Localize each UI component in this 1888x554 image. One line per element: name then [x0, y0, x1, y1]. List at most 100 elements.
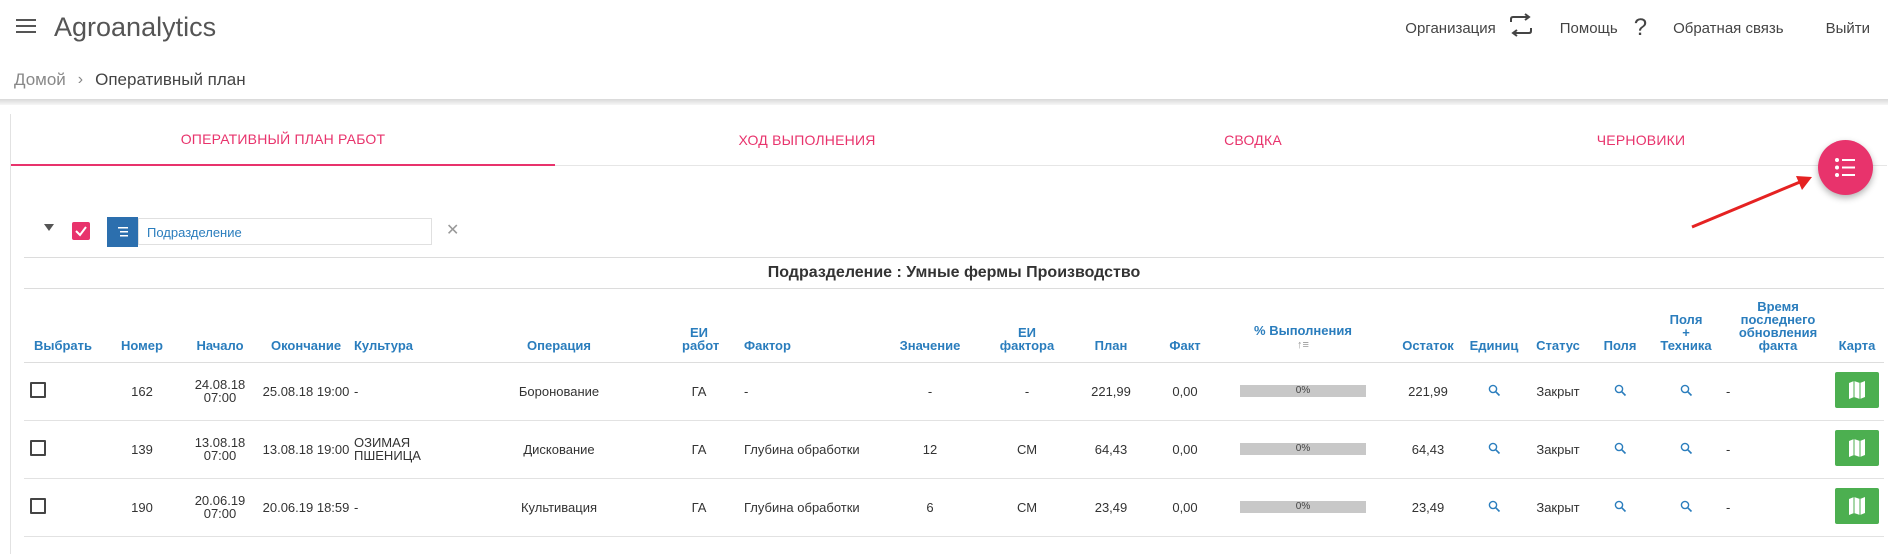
group-checkbox[interactable]: [72, 222, 90, 240]
row-rest: 23,49: [1390, 478, 1466, 537]
organization-link[interactable]: Организация: [1405, 20, 1495, 37]
fields-search-icon[interactable]: [1614, 384, 1627, 399]
row-start: 20.06.19 07:00: [182, 478, 258, 537]
row-value: -: [874, 362, 986, 421]
help-link[interactable]: Помощь: [1560, 20, 1618, 37]
fields-tech-search-icon[interactable]: [1680, 384, 1693, 399]
units-search-icon[interactable]: [1488, 500, 1501, 515]
col-unit-factor[interactable]: ЕИ фактора: [986, 296, 1068, 363]
row-number: 190: [102, 478, 182, 537]
row-fact: 0,00: [1154, 478, 1216, 537]
row-value: 6: [874, 478, 986, 537]
tab-summary[interactable]: СВОДКА: [1059, 114, 1447, 166]
row-crop: -: [354, 478, 454, 537]
progress-bar: 0%: [1240, 501, 1366, 513]
row-rest: 221,99: [1390, 362, 1466, 421]
col-fact[interactable]: Факт: [1154, 296, 1216, 363]
group-by-button[interactable]: [107, 217, 138, 247]
table-row: 190 20.06.19 07:00 20.06.19 18:59 - Культ…: [24, 478, 1884, 537]
row-end: 20.06.19 18:59: [258, 478, 354, 537]
col-end[interactable]: Окончание: [258, 296, 354, 363]
row-number: 139: [102, 420, 182, 479]
row-status: Закрыт: [1522, 478, 1594, 537]
col-factor[interactable]: Фактор: [734, 296, 874, 363]
list-menu-button[interactable]: [1818, 140, 1873, 195]
tab-drafts[interactable]: ЧЕРНОВИКИ: [1447, 114, 1835, 166]
row-fact: 0,00: [1154, 420, 1216, 479]
header-divider: [0, 99, 1888, 105]
row-checkbox[interactable]: [30, 382, 46, 398]
row-unit-work: ГА: [664, 362, 734, 421]
col-crop[interactable]: Культура: [354, 296, 454, 363]
collapse-caret-icon[interactable]: [44, 224, 54, 231]
col-updated[interactable]: Время последнего обновления факта: [1726, 296, 1830, 363]
col-percent[interactable]: % Выполнения ↑≡: [1216, 296, 1390, 363]
breadcrumb-home[interactable]: Домой: [14, 70, 66, 90]
logout-link[interactable]: Выйти: [1826, 20, 1870, 37]
top-nav: Организация Помощь ? Обратная связь Выйт…: [1405, 0, 1870, 56]
row-operation: Дискование: [454, 420, 664, 479]
col-units[interactable]: Единиц: [1466, 296, 1522, 363]
table-header: Выбрать Номер Начало Окончание Культура …: [24, 296, 1884, 363]
col-operation[interactable]: Операция: [454, 296, 664, 363]
units-search-icon[interactable]: [1488, 442, 1501, 457]
row-number: 162: [102, 362, 182, 421]
feedback-link[interactable]: Обратная связь: [1673, 20, 1784, 37]
row-rest: 64,43: [1390, 420, 1466, 479]
row-plan: 23,49: [1068, 478, 1154, 537]
breadcrumb-current: Оперативный план: [95, 70, 246, 89]
clear-group-icon[interactable]: ✕: [446, 220, 459, 240]
col-number[interactable]: Номер: [102, 296, 182, 363]
row-checkbox[interactable]: [30, 498, 46, 514]
row-status: Закрыт: [1522, 420, 1594, 479]
row-checkbox[interactable]: [30, 440, 46, 456]
row-start: 24.08.18 07:00: [182, 362, 258, 421]
row-unit-factor: СМ: [986, 420, 1068, 479]
tab-progress[interactable]: ХОД ВЫПОЛНЕНИЯ: [555, 114, 1059, 166]
fields-tech-search-icon[interactable]: [1680, 442, 1693, 457]
row-factor: Глубина обработки: [734, 420, 874, 479]
fields-search-icon[interactable]: [1614, 500, 1627, 515]
tab-operational-plan[interactable]: ОПЕРАТИВНЫЙ ПЛАН РАБОТ: [11, 114, 555, 166]
row-crop: ОЗИМАЯ ПШЕНИЦА: [354, 420, 454, 479]
fields-search-icon[interactable]: [1614, 442, 1627, 457]
table-body: 162 24.08.18 07:00 25.08.18 19:00 - Борон…: [24, 362, 1884, 537]
top-bar: Agroanalytics Организация Помощь ? Обрат…: [0, 0, 1888, 56]
row-status: Закрыт: [1522, 362, 1594, 421]
col-value[interactable]: Значение: [874, 296, 986, 363]
map-button[interactable]: [1835, 430, 1879, 466]
menu-icon[interactable]: [16, 19, 36, 35]
group-title: Подразделение : Умные фермы Производство: [24, 257, 1884, 289]
tab-bar: ОПЕРАТИВНЫЙ ПЛАН РАБОТ ХОД ВЫПОЛНЕНИЯ СВ…: [11, 114, 1887, 166]
filter-row: Подразделение ✕: [24, 216, 1884, 247]
col-fields[interactable]: Поля: [1594, 296, 1646, 363]
progress-bar: 0%: [1240, 443, 1366, 455]
row-unit-work: ГА: [664, 478, 734, 537]
col-status[interactable]: Статус: [1522, 296, 1594, 363]
row-crop: -: [354, 362, 454, 421]
col-select: Выбрать: [24, 296, 102, 363]
progress-bar: 0%: [1240, 385, 1366, 397]
row-factor: Глубина обработки: [734, 478, 874, 537]
row-end: 13.08.18 19:00: [258, 420, 354, 479]
help-icon[interactable]: ?: [1634, 14, 1647, 42]
map-icon: [1849, 497, 1865, 515]
col-unit-work[interactable]: ЕИ работ: [664, 296, 734, 363]
fields-tech-search-icon[interactable]: [1680, 500, 1693, 515]
row-operation: Культивация: [454, 478, 664, 537]
col-fields-tech[interactable]: Поля + Техника: [1646, 296, 1726, 363]
col-rest[interactable]: Остаток: [1390, 296, 1466, 363]
row-end: 25.08.18 19:00: [258, 362, 354, 421]
row-plan: 221,99: [1068, 362, 1154, 421]
units-search-icon[interactable]: [1488, 384, 1501, 399]
map-button[interactable]: [1835, 488, 1879, 524]
sort-asc-icon[interactable]: ↑≡: [1216, 339, 1390, 352]
group-by-field[interactable]: Подразделение: [138, 218, 432, 245]
map-button[interactable]: [1835, 372, 1879, 408]
plan-table: Выбрать Номер Начало Окончание Культура …: [24, 296, 1884, 537]
map-icon: [1849, 381, 1865, 399]
col-start[interactable]: Начало: [182, 296, 258, 363]
sync-icon[interactable]: [1508, 12, 1534, 44]
col-plan[interactable]: План: [1068, 296, 1154, 363]
row-fact: 0,00: [1154, 362, 1216, 421]
